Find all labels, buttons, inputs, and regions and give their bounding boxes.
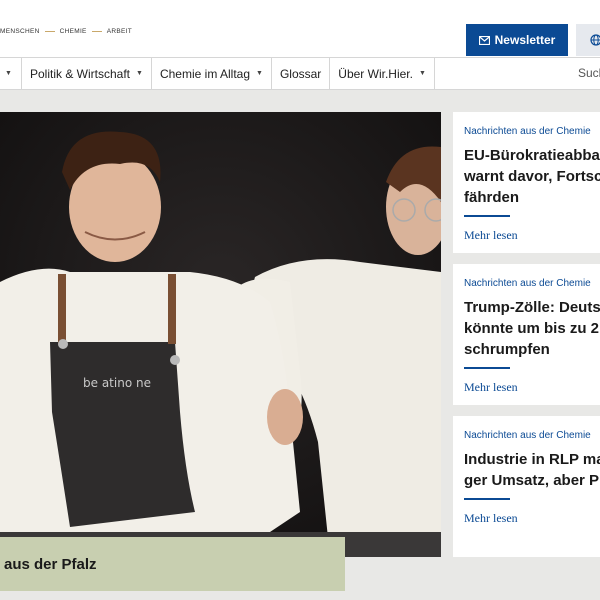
nav-item-previous[interactable]: ▼ <box>0 58 22 89</box>
nav-item-ueber-wir-hier[interactable]: Über Wir.Hier. ▼ <box>330 58 435 89</box>
read-more-link[interactable]: Mehr lesen <box>464 511 600 526</box>
chevron-down-icon: ▼ <box>5 70 12 77</box>
card-kicker: Nachrichten aus der Chemie <box>464 430 591 441</box>
card-title[interactable]: Industrie in RLP ma ger Umsatz, aber Pl <box>464 449 600 491</box>
tagline-word: CHEMIE <box>59 28 87 35</box>
nav-item-label: Chemie im Alltag <box>159 66 251 81</box>
card-kicker: Nachrichten aus der Chemie <box>464 278 591 289</box>
card-divider <box>464 498 510 500</box>
nav-item-label: Glossar <box>279 66 322 81</box>
read-more-link[interactable]: Mehr lesen <box>464 228 600 243</box>
nav-item-politik-wirtschaft[interactable]: Politik & Wirtschaft ▼ <box>22 58 152 89</box>
brand-tagline: MENSCHEN CHEMIE ARBEIT <box>0 28 132 35</box>
site-header: MENSCHEN CHEMIE ARBEIT Newsletter <box>0 0 600 57</box>
hero-caption-text: aus der Pfalz <box>4 555 97 573</box>
chevron-down-icon: ▼ <box>136 70 143 77</box>
news-card[interactable]: Nachrichten aus der Chemie Industrie in … <box>453 416 600 557</box>
main-navigation: ▼ Politik & Wirtschaft ▼ Chemie im Allta… <box>0 57 600 90</box>
newsletter-label: Newsletter <box>494 33 556 47</box>
svg-text:be atino ne: be atino ne <box>83 376 151 390</box>
news-card[interactable]: Nachrichten aus der Chemie Trump-Zölle: … <box>453 264 600 405</box>
tagline-divider <box>44 31 55 32</box>
chevron-down-icon: ▼ <box>418 70 426 77</box>
hero-image[interactable]: be atino ne <box>0 112 441 557</box>
hero-photo-illustration: be atino ne <box>0 112 441 557</box>
globe-icon <box>590 34 600 46</box>
newsletter-button[interactable]: Newsletter <box>466 24 568 56</box>
card-divider <box>464 367 510 369</box>
card-divider <box>464 215 510 217</box>
nav-item-glossar[interactable]: Glossar <box>272 58 331 89</box>
news-card[interactable]: Nachrichten aus der Chemie EU-Bürokratie… <box>453 112 600 253</box>
nav-item-label: Politik & Wirtschaft <box>30 66 131 81</box>
tagline-word: ARBEIT <box>106 28 132 35</box>
read-more-link[interactable]: Mehr lesen <box>464 380 600 395</box>
chevron-down-icon: ▼ <box>256 70 263 77</box>
tagline-divider <box>91 31 102 32</box>
language-button[interactable] <box>576 24 600 56</box>
tagline-word: MENSCHEN <box>0 28 40 35</box>
hero-caption[interactable]: aus der Pfalz <box>0 537 345 591</box>
nav-item-chemie-im-alltag[interactable]: Chemie im Alltag ▼ <box>152 58 272 89</box>
card-kicker: Nachrichten aus der Chemie <box>464 126 591 137</box>
card-title[interactable]: Trump-Zölle: Deuts könnte um bis zu 2, s… <box>464 297 600 360</box>
envelope-icon <box>478 35 490 45</box>
search-link[interactable]: Such <box>578 66 600 80</box>
nav-item-label: Über Wir.Hier. <box>338 66 413 81</box>
card-title[interactable]: EU-Bürokratieabba warnt davor, Fortsc fä… <box>464 145 600 208</box>
